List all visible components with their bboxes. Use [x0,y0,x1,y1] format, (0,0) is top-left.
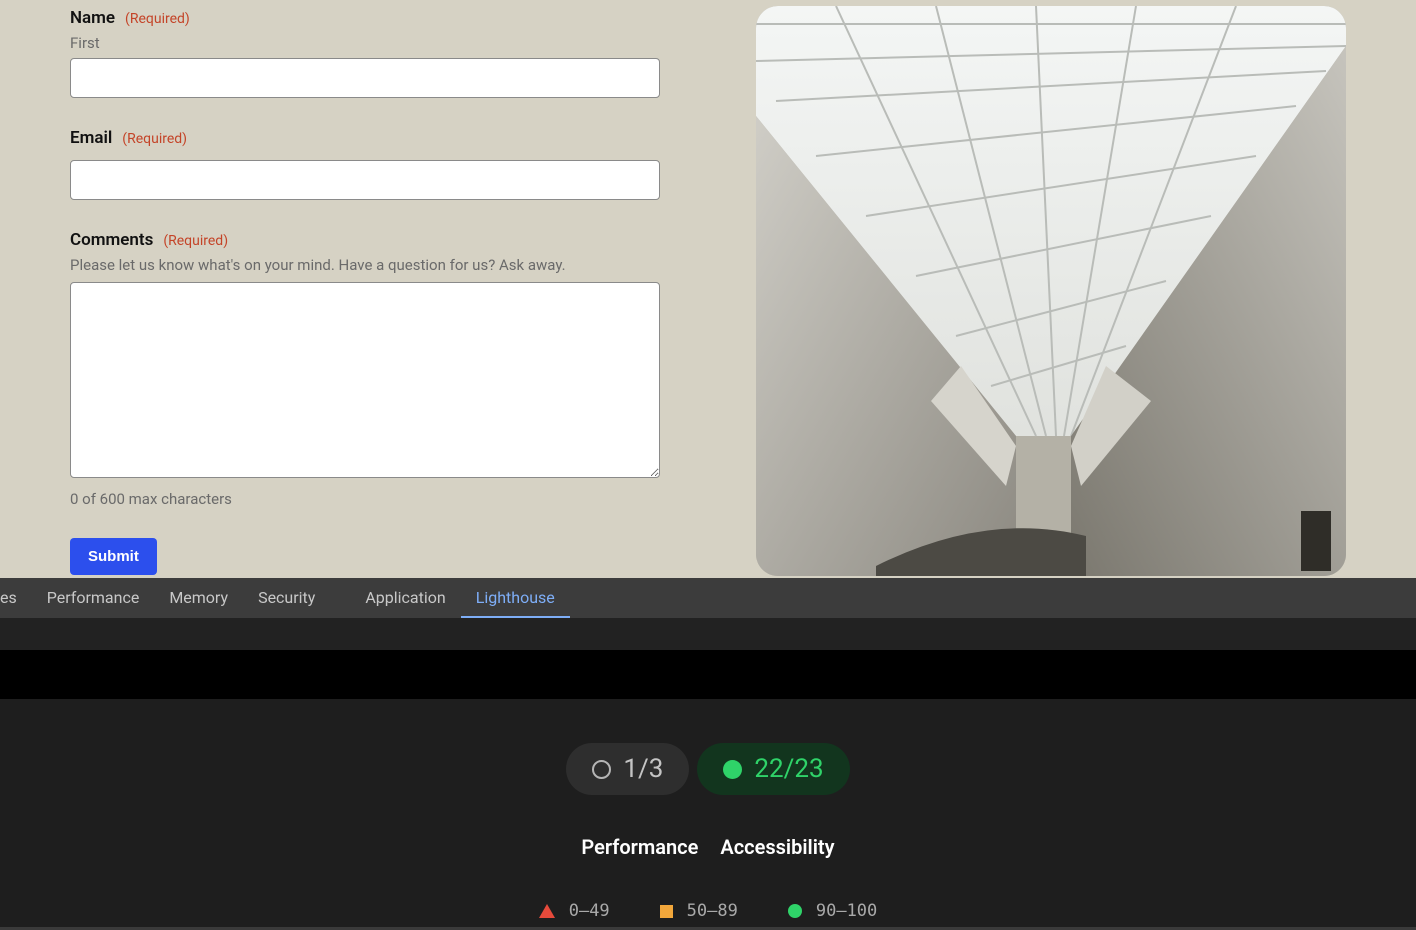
score-pill-performance-value: 1/3 [623,754,663,784]
circle-outline-icon [592,760,611,779]
legend-fail: 0–49 [539,901,610,921]
comments-label: Comments [70,230,153,250]
tab-lighthouse[interactable]: Lighthouse [461,578,570,618]
name-label: Name [70,8,115,28]
lighthouse-results: 1/3 22/23 Performance Accessibility 0–49… [0,698,1416,930]
lighthouse-category-row: Performance Accessibility [581,835,834,859]
comments-textarea[interactable] [70,282,660,478]
email-required-tag: (Required) [122,131,187,147]
legend-pass-label: 90–100 [816,901,877,921]
legend-average-label: 50–89 [687,901,738,921]
name-sublabel: First [70,34,681,52]
tab-truncated[interactable]: es [0,578,32,618]
legend-fail-label: 0–49 [569,901,610,921]
comments-field-group: Comments (Required) Please let us know w… [70,230,681,508]
comments-help-text: Please let us know what's on your mind. … [70,256,681,274]
lighthouse-score-pills: 1/3 22/23 [566,743,849,795]
name-first-input[interactable] [70,58,660,98]
hero-image-column [681,0,1416,576]
email-input[interactable] [70,160,660,200]
category-performance[interactable]: Performance [581,835,698,859]
contact-form: Name (Required) First Email (Required) C… [70,0,681,576]
page-content: Name (Required) First Email (Required) C… [0,0,1416,578]
score-pill-accessibility-value: 22/23 [754,754,823,784]
devtools-tab-bar: es Performance Memory Security Applicati… [0,578,1416,618]
category-accessibility[interactable]: Accessibility [720,835,834,859]
devtools-toolbar-gap [0,618,1416,650]
score-pill-performance[interactable]: 1/3 [566,743,689,795]
tab-memory[interactable]: Memory [154,578,243,618]
tab-performance[interactable]: Performance [32,578,155,618]
name-field-group: Name (Required) First [70,8,681,98]
square-orange-icon [660,905,673,918]
score-pill-accessibility[interactable]: 22/23 [697,743,849,795]
name-required-tag: (Required) [125,11,190,27]
comments-required-tag: (Required) [163,233,228,249]
legend-pass: 90–100 [788,901,877,921]
tab-application[interactable]: Application [350,578,460,618]
legend-average: 50–89 [660,901,738,921]
triangle-red-icon [539,904,555,918]
email-field-group: Email (Required) [70,128,681,200]
submit-button[interactable]: Submit [70,538,157,575]
devtools-header-strip [0,650,1416,698]
lighthouse-legend: 0–49 50–89 90–100 [539,901,878,921]
dot-green-icon [723,760,742,779]
email-label: Email [70,128,112,148]
comments-char-counter: 0 of 600 max characters [70,490,681,508]
tab-security[interactable]: Security [243,578,330,618]
architecture-image [756,6,1346,576]
dot-green-small-icon [788,904,802,918]
